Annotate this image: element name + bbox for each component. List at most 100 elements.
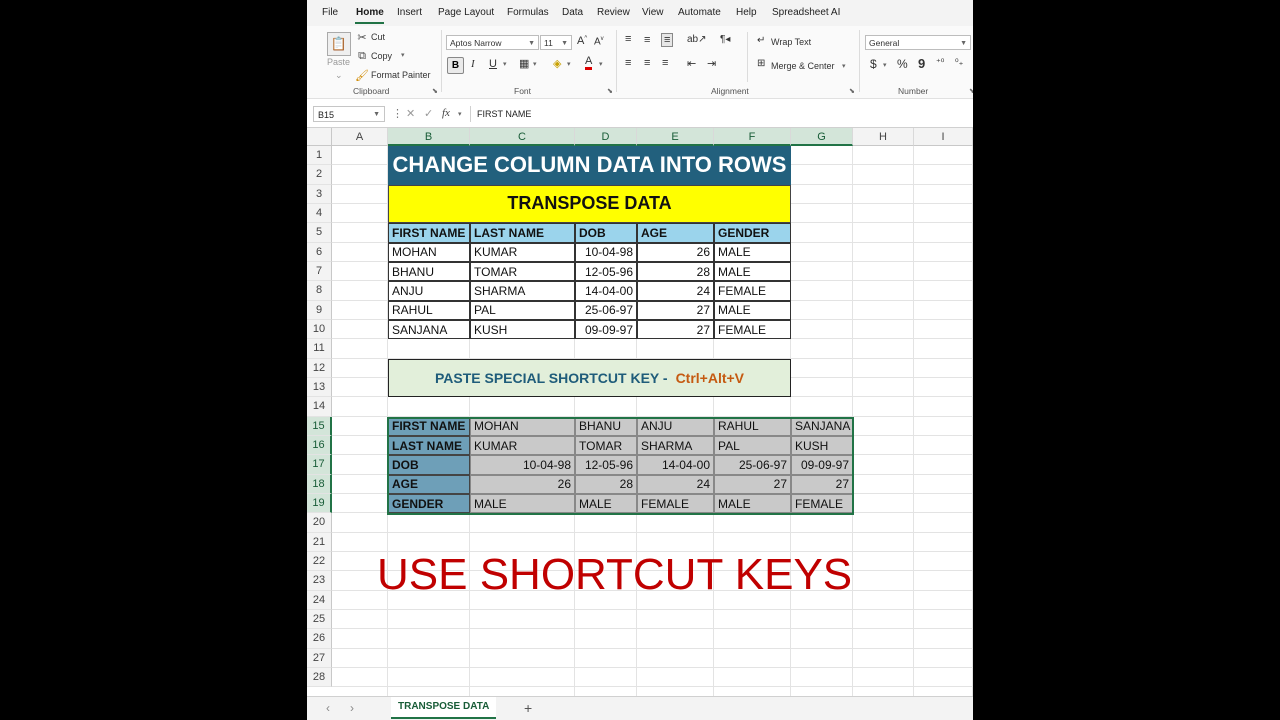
copy-dropdown-chevron-icon[interactable]: ▾ <box>401 51 405 59</box>
merge-chevron-icon[interactable]: ▾ <box>842 62 846 70</box>
table-cell[interactable]: FEMALE <box>714 281 791 301</box>
fill-chevron-icon[interactable]: ▾ <box>567 60 571 68</box>
number-format-select[interactable]: General ▼ <box>865 35 971 50</box>
column-header-e[interactable]: E <box>637 128 714 146</box>
transposed-cell[interactable]: 25-06-97 <box>714 455 791 475</box>
transposed-cell[interactable]: MALE <box>470 493 575 514</box>
bold-button[interactable]: B <box>447 57 464 74</box>
select-all-corner[interactable] <box>307 128 332 146</box>
transposed-cell[interactable]: ANJU <box>637 416 714 436</box>
transposed-cell[interactable]: 27 <box>714 474 791 494</box>
fx-chevron-icon[interactable]: ▾ <box>458 110 462 118</box>
tab-home[interactable]: Home <box>356 7 384 18</box>
row-header-17[interactable]: 17 <box>307 455 332 475</box>
percent-icon[interactable]: % <box>897 57 908 71</box>
table-cell[interactable]: MOHAN <box>388 242 470 262</box>
rtl-icon[interactable]: ¶◂ <box>720 34 730 45</box>
decrease-indent-icon[interactable]: ⇤ <box>687 57 696 70</box>
merge-center-button[interactable]: Merge & Center <box>771 61 835 71</box>
comma-style-icon[interactable]: 9 <box>918 56 925 71</box>
cut-button[interactable]: Cut <box>371 32 385 42</box>
transposed-header-cell[interactable]: GENDER <box>388 493 470 514</box>
table-cell[interactable]: FEMALE <box>714 319 791 340</box>
column-header-c[interactable]: C <box>470 128 575 146</box>
table-cell[interactable]: 27 <box>637 319 714 340</box>
tab-data[interactable]: Data <box>562 7 583 18</box>
transposed-cell[interactable]: 10-04-98 <box>470 455 575 475</box>
font-dialog-launcher-icon[interactable]: ⬊ <box>607 87 613 95</box>
column-header-d[interactable]: D <box>575 128 637 146</box>
tab-automate[interactable]: Automate <box>678 7 721 18</box>
row-header-7[interactable]: 7 <box>307 261 332 282</box>
table-cell[interactable]: 24 <box>637 281 714 301</box>
align-middle-icon[interactable]: ≡ <box>644 34 650 46</box>
currency-chevron-icon[interactable]: ▾ <box>883 61 887 69</box>
row-header-2[interactable]: 2 <box>307 165 332 185</box>
row-header-26[interactable]: 26 <box>307 629 332 649</box>
table-header-cell[interactable]: FIRST NAME <box>388 223 470 243</box>
copy-button[interactable]: Copy <box>371 51 392 61</box>
tab-spreadsheet-ai[interactable]: Spreadsheet AI <box>772 7 840 18</box>
formula-input[interactable]: FIRST NAME <box>470 106 973 122</box>
sheet-next-icon[interactable]: › <box>350 701 354 715</box>
sheet-tab-transpose-data[interactable]: TRANSPOSE DATA <box>391 697 497 719</box>
underline-button[interactable]: U <box>489 58 497 70</box>
tab-help[interactable]: Help <box>736 7 757 18</box>
table-cell[interactable]: MALE <box>714 242 791 262</box>
column-header-g[interactable]: G <box>791 128 853 146</box>
transposed-cell[interactable]: RAHUL <box>714 416 791 436</box>
row-header-9[interactable]: 9 <box>307 300 332 320</box>
transposed-cell[interactable]: 14-04-00 <box>637 455 714 475</box>
table-cell[interactable]: 10-04-98 <box>575 242 637 262</box>
align-right-icon[interactable]: ≡ <box>662 57 668 69</box>
italic-button[interactable]: I <box>471 58 475 70</box>
row-header-14[interactable]: 14 <box>307 397 332 417</box>
transposed-cell[interactable]: 27 <box>791 474 853 494</box>
paste-button-label[interactable]: Paste <box>327 57 350 67</box>
column-header-h[interactable]: H <box>853 128 914 146</box>
row-header-24[interactable]: 24 <box>307 590 332 610</box>
table-cell[interactable]: SANJANA <box>388 319 470 340</box>
column-header-a[interactable]: A <box>332 128 388 146</box>
transposed-cell[interactable]: 09-09-97 <box>791 455 853 475</box>
table-cell[interactable]: BHANU <box>388 261 470 282</box>
enter-icon[interactable]: ✓ <box>424 107 433 120</box>
align-bottom-icon[interactable]: ≡ <box>661 33 674 47</box>
table-cell[interactable]: 27 <box>637 300 714 320</box>
font-color-chevron-icon[interactable]: ▾ <box>599 60 603 68</box>
row-header-13[interactable]: 13 <box>307 377 332 398</box>
increase-decimal-icon[interactable]: ⁺⁰ <box>936 57 944 68</box>
table-header-cell[interactable]: LAST NAME <box>470 223 575 243</box>
transposed-cell[interactable]: SANJANA <box>791 416 853 436</box>
table-cell[interactable]: TOMAR <box>470 261 575 282</box>
increase-font-icon[interactable]: A^ <box>577 35 587 47</box>
transposed-cell[interactable]: SHARMA <box>637 435 714 456</box>
table-cell[interactable]: RAHUL <box>388 300 470 320</box>
transposed-cell[interactable]: KUSH <box>791 435 853 456</box>
row-header-19[interactable]: 19 <box>307 493 332 514</box>
currency-icon[interactable]: $ <box>870 57 877 71</box>
decrease-decimal-icon[interactable]: ⁰₊ <box>955 57 963 68</box>
transposed-cell[interactable]: PAL <box>714 435 791 456</box>
table-cell[interactable]: 25-06-97 <box>575 300 637 320</box>
align-top-icon[interactable]: ≡ <box>625 33 631 45</box>
row-header-18[interactable]: 18 <box>307 474 332 494</box>
transposed-cell[interactable]: TOMAR <box>575 435 637 456</box>
align-center-icon[interactable]: ≡ <box>644 57 650 69</box>
worksheet-grid[interactable]: A B C D E F G H I 1 2 3 4 5 6 7 8 9 10 11 12 13 14 15 1… <box>307 128 973 696</box>
transposed-header-cell[interactable]: AGE <box>388 474 470 494</box>
transposed-cell[interactable]: FEMALE <box>637 493 714 514</box>
font-name-select[interactable]: Aptos Narrow ▼ <box>446 35 539 50</box>
name-box[interactable]: B15 ▼ <box>313 106 385 122</box>
row-header-11[interactable]: 11 <box>307 339 332 359</box>
font-color-icon[interactable]: A <box>585 56 593 70</box>
row-header-6[interactable]: 6 <box>307 242 332 262</box>
column-header-b[interactable]: B <box>388 128 470 146</box>
row-header-20[interactable]: 20 <box>307 513 332 533</box>
table-cell[interactable]: 28 <box>637 261 714 282</box>
transposed-cell[interactable]: MALE <box>714 493 791 514</box>
tab-file[interactable]: File <box>322 7 338 18</box>
column-header-f[interactable]: F <box>714 128 791 146</box>
borders-chevron-icon[interactable]: ▾ <box>533 60 537 68</box>
table-cell[interactable]: 09-09-97 <box>575 319 637 340</box>
